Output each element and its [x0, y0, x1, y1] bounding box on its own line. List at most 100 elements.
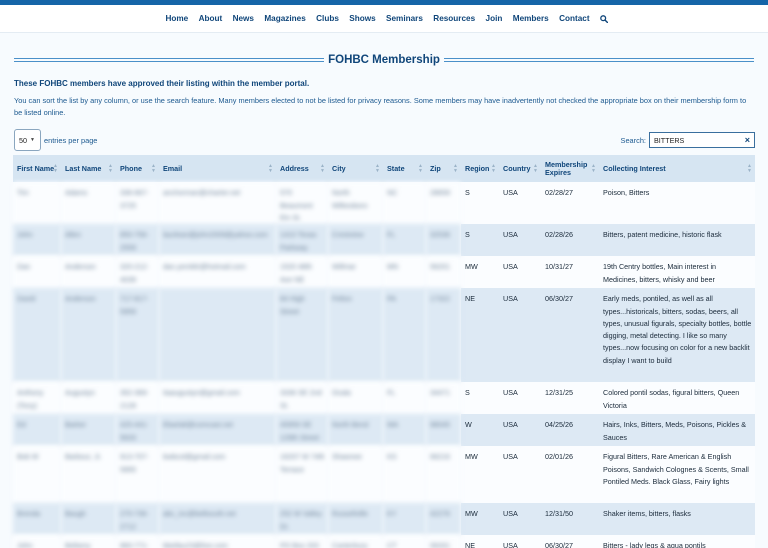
column-header-phone[interactable]: Phone ▲ ▼: [116, 155, 159, 183]
cell-zip: 98045: [426, 414, 461, 447]
table-row: Ed Barker 425-441-5633 Ebarlali@comcast.net…: [13, 414, 755, 447]
sort-icon: ▲ ▼: [108, 162, 113, 174]
cell-address: 570 Beaumont Ein St.: [276, 182, 328, 225]
cell-expires: 06/30/27: [541, 535, 599, 548]
entries-per-page-value: 50: [19, 135, 27, 145]
cell-expires: 02/28/27: [541, 182, 599, 225]
cell-interest: Early meds, pontiled, as well as all typ…: [599, 288, 755, 383]
cell-country: USA: [499, 503, 541, 536]
nav-news[interactable]: News: [233, 14, 254, 23]
table-controls: 50 ▼ entries per page Search: BITTERS ×: [14, 129, 755, 152]
cell-state: KS: [383, 446, 426, 504]
search-icon[interactable]: [599, 14, 608, 23]
column-header-region[interactable]: Region ▲ ▼: [461, 155, 499, 183]
table-row: John Bellamy 860-771- bbellau23@live.com PO …: [13, 535, 755, 548]
sort-icon: ▲ ▼: [320, 162, 325, 174]
cell-region: S: [461, 382, 499, 415]
cell-expires: 06/30/27: [541, 288, 599, 383]
entries-per-page-select[interactable]: 50 ▼: [14, 129, 41, 152]
cell-last: Augustyn: [61, 382, 116, 415]
cell-country: USA: [499, 224, 541, 257]
cell-city: Russellville: [328, 503, 383, 536]
cell-phone: 850-756-2559: [116, 224, 159, 257]
table-row: Bob W Barbour, Jr. 913-707-5955 bwbcol@gmai…: [13, 446, 755, 504]
cell-country: USA: [499, 414, 541, 447]
nav-about[interactable]: About: [199, 14, 223, 23]
cell-first: Anthony (Tony): [13, 382, 61, 415]
cell-last: Baugh: [61, 503, 116, 536]
cell-phone: 913-707-5955: [116, 446, 159, 504]
column-header-country[interactable]: Country ▲ ▼: [499, 155, 541, 183]
cell-phone: 270-736-2712: [116, 503, 159, 536]
column-header-first-name[interactable]: First Name ▲ ▼: [13, 155, 61, 183]
cell-country: USA: [499, 288, 541, 383]
cell-phone: 425-441-5633: [116, 414, 159, 447]
column-header-last-name[interactable]: Last Name ▲ ▼: [61, 155, 116, 183]
cell-city: Ocala: [328, 382, 383, 415]
sort-icon: ▲ ▼: [268, 162, 273, 174]
cell-email: [159, 288, 276, 383]
cell-address: 3336 SE 2nd St.: [276, 382, 328, 415]
title-divider-right: [443, 58, 755, 62]
cell-region: MW: [461, 446, 499, 504]
cell-last: Allen: [61, 224, 116, 257]
cell-expires: 12/31/25: [541, 382, 599, 415]
sort-icon: ▲ ▼: [453, 162, 458, 174]
cell-zip: 06331: [426, 535, 461, 548]
cell-phone: 352-369-2128: [116, 382, 159, 415]
column-header-city[interactable]: City ▲ ▼: [328, 155, 383, 183]
cell-email: bwbcol@gmail.com: [159, 446, 276, 504]
cell-region: MW: [461, 256, 499, 289]
cell-first: Ed: [13, 414, 61, 447]
nav-magazines[interactable]: Magazines: [264, 14, 305, 23]
cell-address: 84 High Street: [276, 288, 328, 383]
nav-clubs[interactable]: Clubs: [316, 14, 339, 23]
nav-contact[interactable]: Contact: [559, 14, 589, 23]
cell-city: Canterbury: [328, 535, 383, 548]
nav-join[interactable]: Join: [486, 14, 503, 23]
column-header-address[interactable]: Address ▲ ▼: [276, 155, 328, 183]
sort-icon: ▲ ▼: [747, 162, 752, 174]
cell-zip: 28659: [426, 182, 461, 225]
column-header-collecting-interest[interactable]: Collecting Interest ▲ ▼: [599, 155, 755, 183]
table-row: Brenda Baugh 270-736-2712 abc_inc@bellsouth…: [13, 503, 755, 536]
nav-resources[interactable]: Resources: [433, 14, 475, 23]
cell-region: NE: [461, 535, 499, 548]
cell-email: bbellau23@live.com: [159, 535, 276, 548]
cell-zip: 34471: [426, 382, 461, 415]
cell-country: USA: [499, 446, 541, 504]
description-text: You can sort the list by any column, or …: [14, 96, 747, 118]
cell-expires: 12/31/50: [541, 503, 599, 536]
column-header-membership-expires[interactable]: Membership Expires ▲ ▼: [541, 155, 599, 183]
cell-last: Adams: [61, 182, 116, 225]
nav-home[interactable]: Home: [165, 14, 188, 23]
cell-email: dan.yemklir@hotmail.com: [159, 256, 276, 289]
column-header-zip[interactable]: Zip ▲ ▼: [426, 155, 461, 183]
cell-city: Crestview: [328, 224, 383, 257]
cell-country: USA: [499, 535, 541, 548]
nav-seminars[interactable]: Seminars: [386, 14, 423, 23]
search-input[interactable]: BITTERS ×: [649, 132, 755, 149]
cell-last: Barbour, Jr.: [61, 446, 116, 504]
column-header-email[interactable]: Email ▲ ▼: [159, 155, 276, 183]
nav-shows[interactable]: Shows: [349, 14, 375, 23]
cell-email: laurlean@john2009@yahoo.com: [159, 224, 276, 257]
cell-state: PA: [383, 288, 426, 383]
cell-city: Shawnee: [328, 446, 383, 504]
nav-members[interactable]: Members: [513, 14, 549, 23]
entries-per-page-label: entries per page: [44, 135, 98, 145]
cell-zip: 42276: [426, 503, 461, 536]
search-input-value: BITTERS: [654, 135, 685, 145]
cell-first: Tim: [13, 182, 61, 225]
sort-icon: ▲ ▼: [375, 162, 380, 174]
cell-address: 1410 Texas Parkway: [276, 224, 328, 257]
close-icon[interactable]: ×: [745, 135, 750, 145]
cell-country: USA: [499, 182, 541, 225]
cell-first: Brenda: [13, 503, 61, 536]
sort-icon: ▲ ▼: [418, 162, 423, 174]
cell-interest: Bitters, patent medicine, historic flask: [599, 224, 755, 257]
table-row: David Anderson 717-817-5959 84 High Street F…: [13, 288, 755, 383]
column-header-state[interactable]: State ▲ ▼: [383, 155, 426, 183]
sort-icon: ▲ ▼: [151, 162, 156, 174]
title-divider-left: [14, 58, 325, 62]
